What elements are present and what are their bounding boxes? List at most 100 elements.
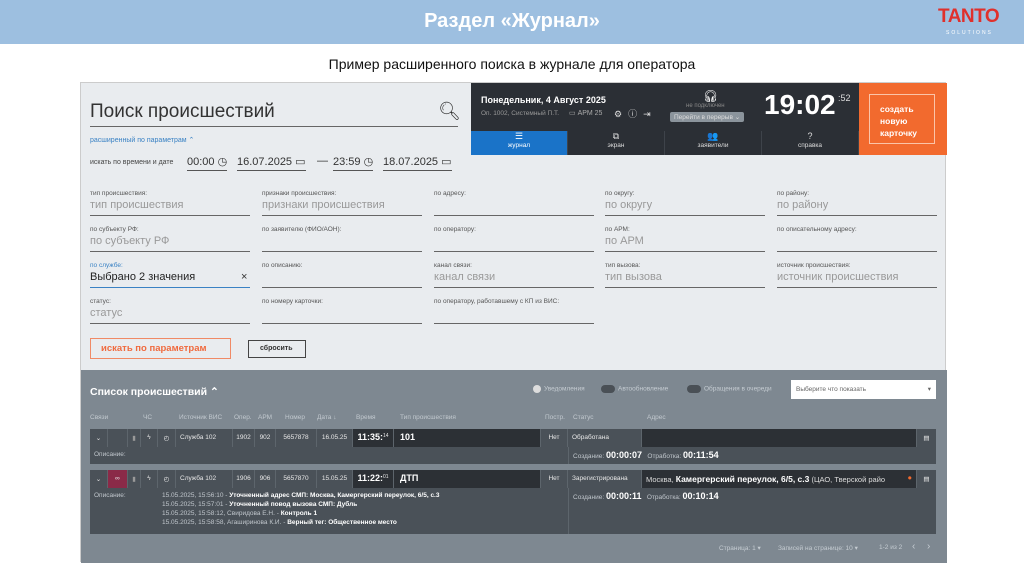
column-header[interactable]: Статус (573, 414, 594, 421)
bookmark-icon[interactable]: ▮ (128, 429, 141, 447)
create-card-button[interactable]: создать новую карточку (869, 94, 935, 144)
field-underline (90, 323, 250, 324)
column-header[interactable]: Адрес (647, 414, 666, 421)
page-range: 1-2 из 2 (879, 544, 903, 551)
column-header[interactable]: Источник ВИС (179, 414, 222, 421)
clipboard-icon[interactable]: ▤ (917, 470, 936, 488)
field-input[interactable]: тип вызова (605, 271, 662, 283)
created-label: Создание: (573, 453, 605, 460)
current-date: Понедельник, 4 Август 2025 (481, 95, 606, 105)
time-to-input[interactable]: 23:59 ◷ (333, 155, 374, 171)
map-pin-icon[interactable]: ● (907, 473, 912, 482)
field-input[interactable]: по субъекту РФ (90, 235, 169, 247)
date-to-input[interactable]: 18.07.2025 ▭ (383, 155, 452, 171)
toggle-label: Автообновление (618, 385, 669, 393)
link-icon[interactable]: ∞ (108, 470, 128, 488)
bookmark-icon[interactable]: ▮ (128, 470, 141, 488)
field-input[interactable]: статус (90, 307, 122, 319)
list-title[interactable]: Список происшествий ⌃ (90, 386, 219, 398)
autoupdate-toggle[interactable]: Автообновление (601, 385, 668, 393)
prev-page-button[interactable]: ‹ (912, 541, 915, 552)
tab-applicants[interactable]: 👥 заявители (665, 131, 762, 155)
description-line: 15.05.2025, 15:57:01 - Уточненный повод … (162, 501, 357, 508)
search-input[interactable]: Поиск происшествий (90, 101, 275, 123)
column-header[interactable]: Тип происшествия (400, 414, 456, 421)
info-icon (533, 385, 541, 393)
show-select[interactable]: Выберите что показать ▾ (791, 380, 936, 399)
operator-info: Оп. 1002, Системный П.Т. (481, 110, 560, 117)
clock-seconds: :52 (838, 93, 851, 103)
desc-text: Уточненный повод вызова СМП: Дубль (229, 501, 358, 508)
column-header[interactable]: ЧС (143, 414, 152, 421)
date-to: 18.07.2025 (383, 156, 439, 168)
calendar-icon: ▭ (441, 156, 452, 168)
expand-chevron-icon[interactable]: ⌄ (90, 470, 108, 488)
queue-toggle[interactable]: Обращения в очереди (687, 385, 772, 393)
screen-icon: ⧉ (612, 131, 620, 141)
created-value: 00:00:07 (605, 450, 642, 460)
help-icon[interactable]: ⓘ (628, 109, 643, 119)
search-icon[interactable]: 🔍︎ (438, 101, 461, 122)
postr-cell: Нет (541, 429, 568, 447)
column-header[interactable]: Дата ↓ (317, 414, 336, 421)
field-underline (262, 215, 422, 216)
field-input[interactable]: канал связи (434, 271, 495, 283)
notifications-toggle[interactable]: Уведомления (533, 385, 585, 393)
link-icon[interactable] (108, 429, 128, 447)
field-input[interactable]: источник происшествия (777, 271, 899, 283)
time-from-input[interactable]: 00:00 ◷ (187, 155, 228, 171)
tab-label: заявители (697, 142, 729, 149)
gear-icon[interactable]: ⚙ (614, 109, 628, 119)
time-to: 23:59 (333, 156, 361, 168)
field-input[interactable]: по району (777, 199, 828, 211)
field-input[interactable]: тип происшествия (90, 199, 183, 211)
page-select[interactable]: Страница: 1 ▾ (719, 544, 761, 552)
clear-icon[interactable]: × (241, 271, 247, 283)
column-header[interactable]: Связи (90, 414, 108, 421)
break-dropdown[interactable]: Перейти в перерыв ⌄ (670, 112, 745, 122)
field-underline (262, 323, 422, 324)
created-value: 00:00:11 (605, 491, 642, 501)
field-underline (605, 215, 765, 216)
column-header[interactable]: Постр. (545, 414, 565, 421)
number-cell: 5657870 (276, 470, 317, 488)
column-header[interactable]: Номер (285, 414, 305, 421)
column-header[interactable]: Опер. (234, 414, 252, 421)
tab-screen[interactable]: ⧉ экран (568, 131, 665, 155)
clock: 19:02 (764, 89, 836, 120)
table-row[interactable]: ⌄ ∞ ▮ ϟ ◴ Служба 102 1906 906 5657870 15… (90, 470, 936, 534)
column-header[interactable]: Время (356, 414, 376, 421)
description-label: Описание: (94, 451, 126, 458)
field-input[interactable]: по АРМ (605, 235, 644, 247)
desc-timestamp: 15.05.2025, 15:57:01 - (162, 501, 230, 508)
desc-timestamp: 15.05.2025, 15:58:58, Агаширинова К.И. - (162, 519, 288, 526)
advanced-search-toggle[interactable]: расширенный по параметрам ⌃ (90, 136, 194, 144)
reset-button[interactable]: сбросить (248, 340, 306, 358)
date-from-input[interactable]: 16.07.2025 ▭ (237, 155, 306, 171)
source-cell: Служба 102 (176, 429, 233, 447)
timer-icon: ◴ (158, 429, 176, 447)
clipboard-icon[interactable]: ▤ (917, 429, 936, 447)
search-params-button[interactable]: искать по параметрам (90, 338, 231, 359)
switch (601, 385, 615, 393)
field-input[interactable]: признаки происшествия (262, 199, 385, 211)
table-row[interactable]: ⌄ ▮ ϟ ◴ Служба 102 1902 902 5657878 16.0… (90, 429, 936, 464)
next-page-button[interactable]: › (927, 541, 930, 552)
field-input[interactable]: Выбрано 2 значения (90, 271, 195, 283)
date-from: 16.07.2025 (237, 156, 293, 168)
tab-journal[interactable]: ☰ журнал (471, 131, 568, 155)
arm-cell: 902 (255, 429, 276, 447)
field-label: по описательному адресу: (777, 226, 857, 233)
column-header[interactable]: АРМ (258, 414, 272, 421)
header-icons: ⚙ⓘ⇥ (614, 107, 657, 120)
app-window: Поиск происшествий 🔍︎ расширенный по пар… (80, 82, 947, 563)
users-icon: 👥 (707, 131, 719, 141)
logout-icon[interactable]: ⇥ (643, 109, 657, 119)
per-page-select[interactable]: Записей на странице: 10 ▾ (778, 544, 858, 552)
field-label: по описанию: (262, 262, 303, 269)
field-input[interactable]: по округу (605, 199, 652, 211)
field-label: тип происшествия: (90, 190, 148, 197)
expand-chevron-icon[interactable]: ⌄ (90, 429, 108, 447)
address-cell: Москва, Камергерский переулок, 6/5, с.3 … (642, 470, 917, 488)
tab-help[interactable]: ? справка (762, 131, 859, 155)
